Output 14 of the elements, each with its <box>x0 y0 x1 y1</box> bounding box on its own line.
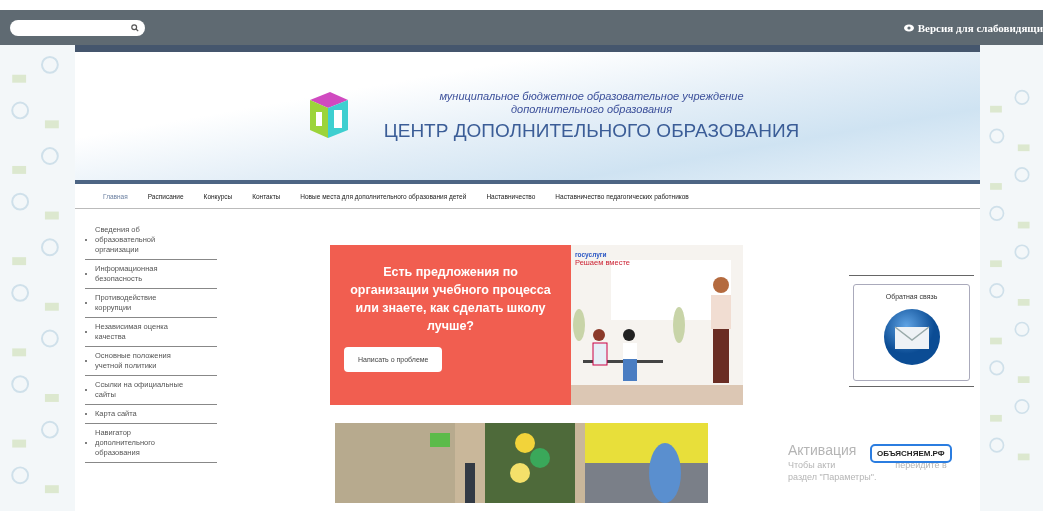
activation-text: Чтобы акти <box>788 460 836 470</box>
site-title: ЦЕНТР ДОПОЛНИТЕЛЬНОГО ОБРАЗОВАНИЯ <box>383 120 800 142</box>
eye-icon <box>903 23 914 32</box>
activation-title: Активация <box>788 442 857 458</box>
activation-text: перейдите в <box>895 460 947 470</box>
header-subtitle: дополнительного образования <box>510 103 673 116</box>
low-vision-link[interactable]: Версия для слабовидящи <box>903 21 1043 34</box>
envelope-icon <box>882 308 941 366</box>
activation-text: раздел "Параметры". <box>788 472 878 482</box>
news-badge: ОБЪЯСНЯЕМ.РФ <box>870 444 952 463</box>
header-subtitle: муниципальное бюджетное образовательное учреждение <box>439 90 744 103</box>
promo-heading: Есть предложения по организации учебного процесса или знаете, как сделать школу лучше? <box>349 264 552 335</box>
search-field[interactable] <box>10 19 145 36</box>
search-icon <box>131 23 139 32</box>
